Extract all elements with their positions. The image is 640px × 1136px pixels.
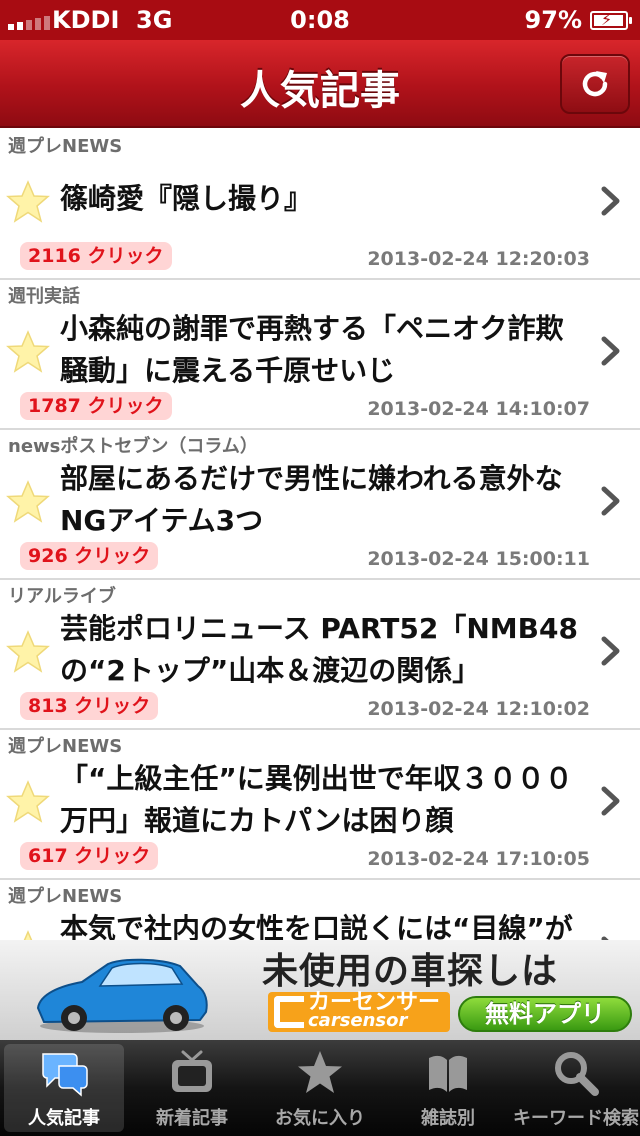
article-row[interactable]: 週プレNEWS 篠崎愛『隠し撮り』 2116 クリック 2013-02-24 1… bbox=[0, 130, 640, 280]
page-title: 人気記事 bbox=[240, 68, 400, 114]
article-source: 週プレNEWS bbox=[8, 136, 123, 157]
search-icon bbox=[555, 1052, 599, 1096]
ad-brand-logo: カーセンサー carsensor bbox=[268, 992, 450, 1032]
favorite-star-icon[interactable] bbox=[6, 780, 50, 824]
click-count-badge: 2116 クリック bbox=[20, 242, 172, 270]
refresh-icon bbox=[582, 71, 608, 97]
article-title: 篠崎愛『隠し撮り』 bbox=[60, 182, 313, 215]
article-title: 部屋にあるだけで男性に嫌われる意外なNGアイテム3つ bbox=[60, 462, 563, 537]
article-list[interactable]: 週プレNEWS 篠崎愛『隠し撮り』 2116 クリック 2013-02-24 1… bbox=[0, 130, 640, 940]
favorite-star-icon[interactable] bbox=[6, 630, 50, 674]
favorite-star-icon[interactable] bbox=[6, 330, 50, 374]
tab-magazines[interactable]: 雑誌別 bbox=[384, 1040, 512, 1136]
article-row[interactable]: 週プレNEWS 「“上級主任”に異例出世で年収３０００万円」報道にカトパンは困り… bbox=[0, 730, 640, 880]
favorite-star-icon[interactable] bbox=[6, 480, 50, 524]
article-title: 小森純の謝罪で再熱する「ペニオク詐欺騒動」に震える千原せいじ bbox=[60, 312, 564, 387]
click-count-badge: 617 クリック bbox=[20, 842, 159, 870]
tab-favorites[interactable]: お気に入り bbox=[256, 1040, 384, 1136]
article-row[interactable]: newsポストセブン（コラム） 部屋にあるだけで男性に嫌われる意外なNGアイテム… bbox=[0, 430, 640, 580]
article-title: 本気で社内の女性を口説くには“目線”が bbox=[60, 912, 573, 940]
article-row[interactable]: 週刊実話 小森純の謝罪で再熱する「ペニオク詐欺騒動」に震える千原せいじ 1787… bbox=[0, 280, 640, 430]
tab-keyword-search[interactable]: キーワード検索 bbox=[512, 1040, 640, 1136]
click-count-badge: 926 クリック bbox=[20, 542, 159, 570]
article-source: newsポストセブン（コラム） bbox=[8, 436, 258, 457]
ad-cta-button[interactable]: 無料アプリ bbox=[458, 996, 632, 1032]
battery-charging-icon: ⚡ bbox=[590, 10, 632, 30]
car-image bbox=[36, 958, 208, 1033]
tab-label: お気に入り bbox=[275, 1108, 365, 1129]
tab-label: 人気記事 bbox=[28, 1108, 100, 1129]
favorite-star-icon[interactable] bbox=[6, 180, 50, 224]
article-date: 2013-02-24 12:20:03 bbox=[367, 248, 590, 270]
ad-brand-en: carsensor bbox=[308, 1010, 408, 1031]
status-bar: KDDI 3G 0:08 97% ⚡ bbox=[0, 0, 640, 40]
favorite-star-icon[interactable] bbox=[6, 930, 50, 940]
tv-icon bbox=[172, 1050, 212, 1092]
article-source: 週プレNEWS bbox=[8, 736, 123, 757]
article-source: 週刊実話 bbox=[8, 286, 80, 307]
article-date: 2013-02-24 15:00:11 bbox=[367, 548, 590, 570]
article-date: 2013-02-24 12:10:02 bbox=[367, 698, 590, 720]
article-source: 週プレNEWS bbox=[8, 886, 123, 907]
chevron-right-icon bbox=[601, 186, 620, 216]
ad-banner[interactable]: 未使用の車探しは カーセンサー carsensor 無料アプリ bbox=[0, 940, 640, 1040]
article-title: 芸能ポロリニュース PART52「NMB48の“2トップ”山本＆渡辺の関係」 bbox=[60, 612, 578, 687]
article-row[interactable]: 週プレNEWS 本気で社内の女性を口説くには“目線”が bbox=[0, 880, 640, 940]
refresh-button[interactable] bbox=[560, 54, 630, 114]
article-title: 「“上級主任”に異例出世で年収３０００万円」報道にカトパンは困り顔 bbox=[60, 762, 573, 837]
article-source: リアルライブ bbox=[8, 586, 116, 607]
book-icon bbox=[429, 1055, 467, 1092]
tab-new[interactable]: 新着記事 bbox=[128, 1040, 256, 1136]
battery-percent: 97% bbox=[524, 6, 582, 34]
article-date: 2013-02-24 17:10:05 bbox=[367, 848, 590, 870]
chevron-right-icon bbox=[601, 786, 620, 816]
click-count-badge: 1787 クリック bbox=[20, 392, 172, 420]
navigation-bar: 人気記事 bbox=[0, 40, 640, 128]
click-count-badge: 813 クリック bbox=[20, 692, 159, 720]
chat-bubbles-icon bbox=[42, 1053, 88, 1097]
tab-label: キーワード検索 bbox=[513, 1108, 639, 1129]
tab-popular[interactable]: 人気記事 bbox=[0, 1040, 128, 1136]
tab-bar: 人気記事 新着記事 お気に入り 雑誌別 キーワード検索 bbox=[0, 1040, 640, 1136]
star-icon bbox=[298, 1051, 342, 1093]
chevron-right-icon bbox=[601, 336, 620, 366]
article-row[interactable]: リアルライブ 芸能ポロリニュース PART52「NMB48の“2トップ”山本＆渡… bbox=[0, 580, 640, 730]
tab-label: 新着記事 bbox=[156, 1108, 228, 1129]
tab-label: 雑誌別 bbox=[421, 1108, 475, 1129]
chevron-right-icon bbox=[601, 636, 620, 666]
article-date: 2013-02-24 14:10:07 bbox=[367, 398, 590, 420]
ad-headline: 未使用の車探しは bbox=[262, 951, 559, 992]
chevron-right-icon bbox=[601, 486, 620, 516]
